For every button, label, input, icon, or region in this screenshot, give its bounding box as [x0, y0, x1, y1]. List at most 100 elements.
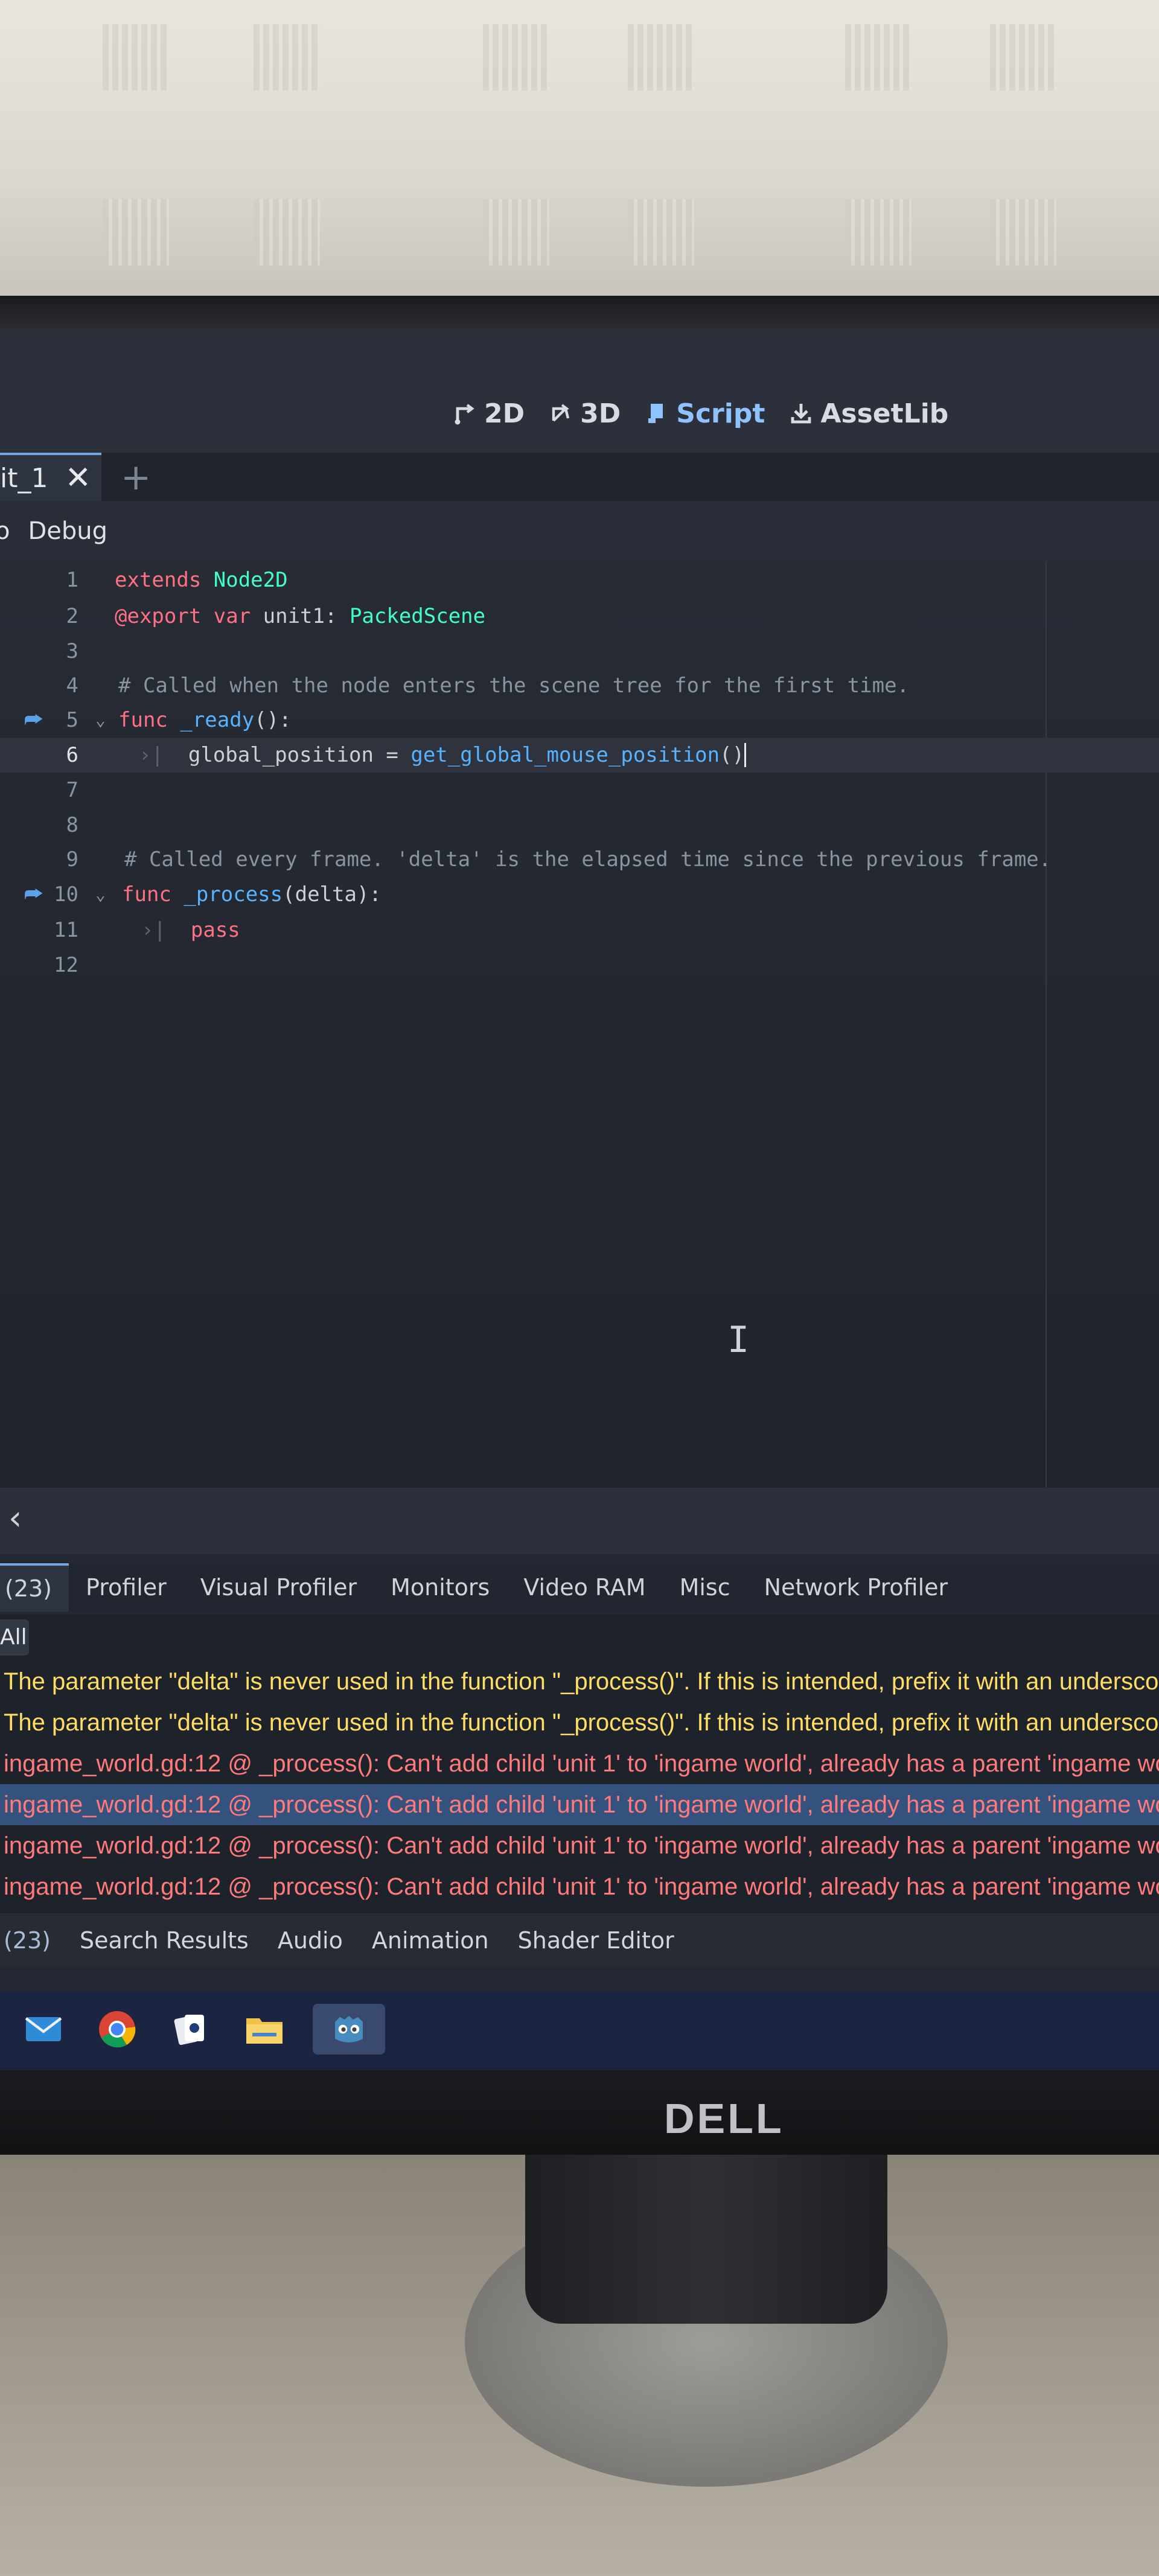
dell-logo: DELL — [664, 2095, 784, 2142]
tab-assetlib[interactable]: AssetLib — [789, 398, 948, 429]
script-menu-bar: o Debug — [0, 501, 1159, 561]
code-line[interactable]: 1 extends Node2D — [0, 563, 1159, 598]
debugger-tab[interactable]: Visual Profiler — [184, 1563, 374, 1612]
godot-icon[interactable] — [313, 2004, 385, 2055]
chevron-left-icon[interactable]: ‹ — [8, 1499, 22, 1538]
bottom-panel-tab[interactable]: Audio — [263, 1927, 357, 1954]
log-error-row[interactable]: ingame_world.gd:12 @ _process(): Can't a… — [0, 1825, 1159, 1866]
script-icon — [648, 404, 663, 423]
filter-all-button[interactable]: All — [0, 1619, 29, 1656]
signal-connection-icon[interactable]: ⮫ — [24, 703, 43, 738]
fold-chevron-icon[interactable]: ⌄ — [95, 703, 106, 738]
debugger-tab[interactable]: Misc — [663, 1563, 747, 1612]
code-line[interactable]: 12 — [0, 948, 1159, 983]
code-line[interactable]: 9 # Called every frame. 'delta' is the el… — [0, 842, 1159, 877]
editor-status-bar: ‹ — [0, 1488, 1159, 1554]
code-text: ›| global_position = get_global_mouse_po… — [139, 738, 747, 773]
tab-3d[interactable]: 3D — [549, 398, 621, 429]
line-number: 11 — [54, 918, 78, 942]
code-token: Node2D — [213, 568, 288, 592]
text-cursor-icon: I — [727, 1319, 750, 1361]
code-line[interactable]: 4 # Called when the node enters the scene… — [0, 668, 1159, 703]
code-line[interactable]: 8 — [0, 808, 1159, 843]
wall-window — [254, 199, 320, 266]
code-token: func — [122, 882, 184, 907]
line-number: 4 — [66, 674, 78, 698]
add-tab-button[interactable]: + — [121, 456, 151, 499]
wall-window — [103, 199, 169, 266]
file-explorer-icon[interactable] — [239, 2004, 290, 2055]
monitor-bezel-top — [0, 296, 1159, 329]
log-error-row[interactable]: ingame_world.gd:12 @ _process(): Can't a… — [0, 1784, 1159, 1825]
code-line[interactable]: 11 ›| pass — [0, 913, 1159, 948]
code-token: unit1: — [263, 604, 350, 628]
log-error-row[interactable]: ingame_world.gd:12 @ _process(): Can't a… — [0, 1743, 1159, 1784]
tab-assetlib-label: AssetLib — [820, 398, 949, 429]
wall-window — [990, 199, 1056, 266]
windows-taskbar — [0, 1992, 1159, 2070]
tab-2d[interactable]: 2D — [453, 398, 525, 429]
code-line[interactable]: 10 ⮫ ⌄ func _process(delta): — [0, 877, 1159, 912]
code-line[interactable]: 6 ›| global_position = get_global_mouse_p… — [0, 738, 1159, 773]
code-token: (): — [254, 708, 292, 732]
code-token: get_global_mouse_position — [410, 743, 720, 767]
code-token: extends — [115, 568, 214, 592]
signal-connection-icon[interactable]: ⮫ — [24, 877, 43, 912]
wall-window — [628, 199, 694, 266]
chrome-icon[interactable] — [92, 2004, 142, 2055]
monitor-stand-neck — [525, 2155, 887, 2324]
debugger-log: The parameter "delta" is never used in t… — [0, 1660, 1159, 1913]
monitor-bezel-bottom — [0, 2070, 1159, 2155]
fold-chevron-icon[interactable]: ⌄ — [95, 877, 106, 912]
log-error-row[interactable]: ingame_world.gd:12 @ _process(): Can't a… — [0, 1907, 1159, 1913]
code-line[interactable]: 5 ⮫ ⌄ func _ready(): — [0, 703, 1159, 738]
wall-window — [845, 199, 912, 266]
menu-debug[interactable]: Debug — [28, 517, 107, 545]
tab-errors[interactable]: (23) — [0, 1563, 69, 1612]
code-text: # Called when the node enters the scene … — [118, 668, 909, 703]
code-text: func _process(delta): — [122, 877, 382, 912]
close-icon[interactable]: ✕ — [65, 460, 91, 496]
code-line[interactable]: 7 — [0, 773, 1159, 808]
log-warning-row[interactable]: The parameter "delta" is never used in t… — [0, 1702, 1159, 1743]
line-number: 12 — [54, 953, 78, 977]
code-editor[interactable]: 1 extends Node2D 2 @export var unit1: Packe… — [0, 561, 1159, 1488]
bottom-panel-tab[interactable]: Search Results — [65, 1927, 263, 1954]
wall-window — [845, 24, 912, 91]
main-screen-tabs: 2D 3D Script AssetLib — [453, 392, 948, 435]
bottom-panel-tab[interactable]: (23) — [0, 1927, 65, 1954]
code-line[interactable]: 2 @export var unit1: PackedScene — [0, 599, 1159, 634]
2d-icon — [455, 404, 474, 425]
debugger-tab[interactable]: Video RAM — [506, 1563, 662, 1612]
log-error-row[interactable]: ingame_world.gd:12 @ _process(): Can't a… — [0, 1866, 1159, 1907]
editor-top-bar: 2D 3D Script AssetLib — [0, 329, 1159, 468]
bottom-panel-tab[interactable]: Animation — [357, 1927, 503, 1954]
debugger-tab[interactable]: Profiler — [69, 1563, 184, 1612]
debugger-filter-row: All — [0, 1615, 1159, 1660]
bottom-panel-tab[interactable]: Shader Editor — [503, 1927, 689, 1954]
solitaire-icon[interactable] — [165, 2004, 216, 2055]
script-tab[interactable]: it_1 ✕ — [0, 453, 101, 501]
line-number: 9 — [66, 847, 78, 872]
code-text: @export var unit1: PackedScene — [115, 599, 485, 634]
code-token: func — [118, 708, 180, 732]
code-token: pass — [190, 918, 240, 942]
line-number: 2 — [66, 604, 78, 628]
code-token: ›| — [141, 918, 191, 942]
code-token: (delta): — [283, 882, 382, 907]
code-token: PackedScene — [349, 604, 486, 628]
menu-go-to-partial[interactable]: o — [0, 517, 10, 545]
debugger-tab[interactable]: Monitors — [374, 1563, 506, 1612]
code-token: global_position = — [188, 743, 411, 767]
tab-script[interactable]: Script — [645, 398, 765, 429]
debugger-tab[interactable]: Network Profiler — [747, 1563, 965, 1612]
code-token: ›| — [139, 743, 188, 767]
line-number: 8 — [66, 813, 78, 837]
code-line[interactable]: 3 — [0, 634, 1159, 669]
code-token: @export var — [115, 604, 263, 628]
code-token: () — [720, 743, 747, 767]
log-warning-row[interactable]: The parameter "delta" is never used in t… — [0, 1661, 1159, 1702]
mail-icon[interactable] — [18, 2004, 69, 2055]
tab-2d-label: 2D — [484, 398, 525, 429]
download-icon — [791, 404, 811, 424]
